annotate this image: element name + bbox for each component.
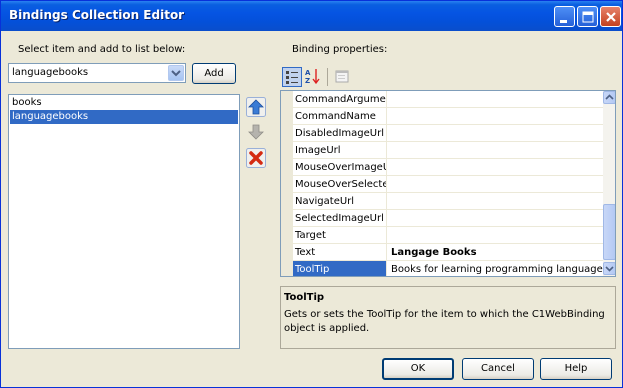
property-row[interactable]: CommandArgument xyxy=(281,91,603,108)
property-description-panel: ToolTip Gets or sets the ToolTip for the… xyxy=(280,286,616,349)
scroll-thumb[interactable] xyxy=(603,204,615,260)
property-value[interactable] xyxy=(388,91,603,108)
cancel-button[interactable]: Cancel xyxy=(462,358,534,380)
property-value[interactable] xyxy=(388,159,603,176)
description-text: Gets or sets the ToolTip for the item to… xyxy=(284,309,605,334)
property-name: NavigateUrl xyxy=(293,193,387,210)
property-value[interactable]: Books for learning programming languages xyxy=(388,261,603,276)
move-down-button[interactable] xyxy=(246,122,266,142)
add-button-label: Add xyxy=(204,68,224,79)
help-button-label: Help xyxy=(564,363,588,374)
window-title: Bindings Collection Editor xyxy=(9,8,185,22)
combo-value: languagebooks xyxy=(12,67,89,78)
description-title: ToolTip xyxy=(284,292,325,303)
binding-properties-label: Binding properties: xyxy=(292,44,388,55)
title-bar[interactable]: Bindings Collection Editor xyxy=(1,1,622,31)
property-name: DisabledImageUrl xyxy=(293,125,387,142)
property-name: SelectedImageUrl xyxy=(293,210,387,227)
close-icon xyxy=(606,12,616,22)
scroll-up-button[interactable] xyxy=(603,91,615,104)
property-value[interactable] xyxy=(388,193,603,210)
maximize-icon xyxy=(582,11,594,23)
categorized-icon xyxy=(286,71,298,84)
property-name: MouseOverSelected xyxy=(293,176,387,193)
property-value[interactable]: Langage Books xyxy=(388,244,603,261)
minimize-icon xyxy=(560,20,567,23)
property-row[interactable]: MouseOverSelected xyxy=(281,176,603,193)
chevron-up-icon xyxy=(605,94,614,100)
property-name: ToolTip xyxy=(293,261,387,276)
svg-text:A: A xyxy=(305,69,311,77)
bindings-list[interactable]: books languagebooks xyxy=(8,94,240,349)
list-item[interactable]: books xyxy=(10,96,238,110)
ok-button[interactable]: OK xyxy=(382,358,454,380)
property-row[interactable]: NavigateUrl xyxy=(281,193,603,210)
ok-button-label: OK xyxy=(410,363,426,374)
move-up-icon xyxy=(246,97,266,117)
delete-icon xyxy=(246,148,266,168)
property-row[interactable]: MouseOverImageUrl xyxy=(281,159,603,176)
property-row[interactable]: ToolTip Books for learning programming l… xyxy=(281,261,603,276)
property-value[interactable] xyxy=(388,125,603,142)
list-item-label: languagebooks xyxy=(12,111,89,122)
list-item-label: books xyxy=(12,97,42,108)
property-value[interactable] xyxy=(388,142,603,159)
minimize-button[interactable] xyxy=(554,6,575,27)
cancel-button-label: Cancel xyxy=(481,363,515,374)
property-row[interactable]: CommandName xyxy=(281,108,603,125)
bindings-editor-window: Bindings Collection Editor Select item a… xyxy=(0,0,623,388)
property-row[interactable]: ImageUrl xyxy=(281,142,603,159)
help-button[interactable]: Help xyxy=(540,358,612,380)
list-item[interactable]: languagebooks xyxy=(10,110,238,124)
property-name: MouseOverImageUrl xyxy=(293,159,387,176)
property-value[interactable] xyxy=(388,108,603,125)
delete-button[interactable] xyxy=(246,148,266,168)
property-row[interactable]: SelectedImageUrl xyxy=(281,210,603,227)
property-name: CommandName xyxy=(293,108,387,125)
property-value[interactable] xyxy=(388,176,603,193)
property-toolbar: A Z xyxy=(280,65,616,89)
property-value[interactable] xyxy=(388,210,603,227)
property-row[interactable]: Target xyxy=(281,227,603,244)
property-name: Text xyxy=(293,244,387,261)
property-pages-icon xyxy=(335,70,349,83)
property-row[interactable]: Text Langage Books xyxy=(281,244,603,261)
move-down-icon xyxy=(248,124,264,140)
add-button[interactable]: Add xyxy=(192,63,236,84)
maximize-button[interactable] xyxy=(577,6,598,27)
move-up-button[interactable] xyxy=(246,97,266,117)
alphabetical-button[interactable]: A Z xyxy=(304,67,324,87)
property-pages-button[interactable] xyxy=(333,67,353,87)
chevron-down-icon[interactable] xyxy=(168,65,184,81)
svg-text:Z: Z xyxy=(305,77,310,85)
alphabetical-icon: A Z xyxy=(305,69,320,85)
close-button[interactable] xyxy=(600,6,621,27)
scroll-down-button[interactable] xyxy=(603,262,615,275)
select-item-label: Select item and add to list below: xyxy=(18,44,186,55)
property-value[interactable] xyxy=(388,227,603,244)
property-name: CommandArgument xyxy=(293,91,387,108)
property-grid[interactable]: CommandArgument CommandName DisabledImag… xyxy=(280,90,616,277)
property-row[interactable]: DisabledImageUrl xyxy=(281,125,603,142)
property-name: ImageUrl xyxy=(293,142,387,159)
toolbar-separator xyxy=(327,68,328,86)
chevron-down-icon xyxy=(605,266,614,272)
item-type-combo[interactable]: languagebooks xyxy=(8,63,186,83)
categorized-button[interactable] xyxy=(282,67,302,87)
property-grid-scrollbar[interactable] xyxy=(603,91,615,276)
property-name: Target xyxy=(293,227,387,244)
